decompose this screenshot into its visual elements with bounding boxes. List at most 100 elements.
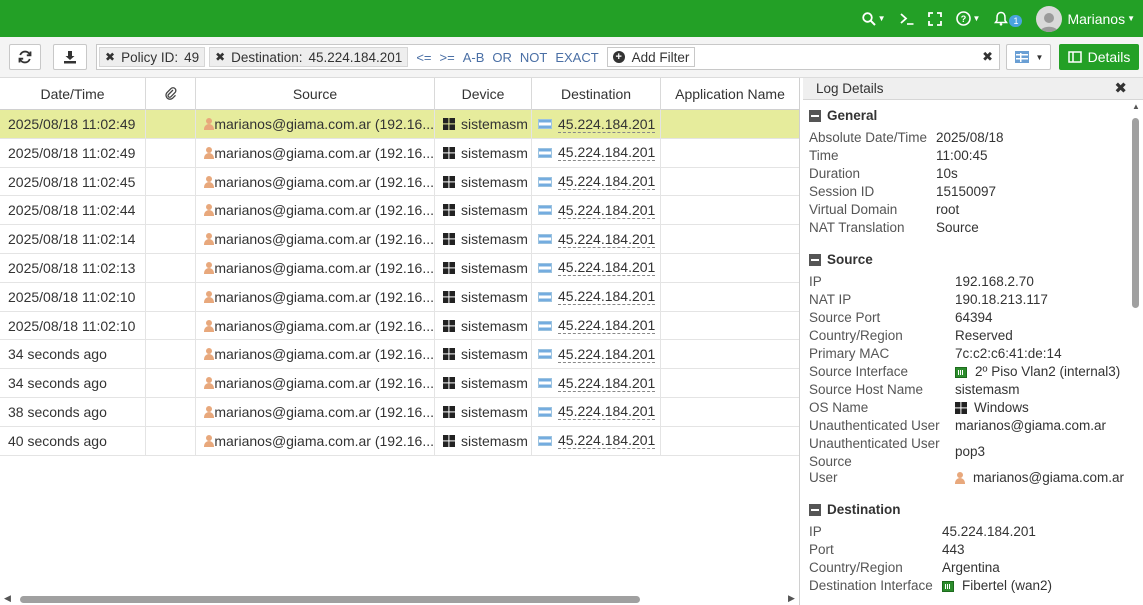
destination-link[interactable]: 45.224.184.201 — [558, 346, 656, 363]
details-toggle-button[interactable]: Details — [1059, 44, 1139, 70]
cell-attachment — [146, 138, 196, 167]
cell-device: sistemasm — [435, 282, 532, 311]
field-value-text: sistemasm — [955, 382, 1020, 397]
field-label: Virtual Domain — [809, 202, 898, 217]
cell-destination: 45.224.184.201 — [532, 311, 661, 340]
destination-link[interactable]: 45.224.184.201 — [558, 173, 656, 191]
cell-destination: 45.224.184.201 — [532, 282, 661, 311]
column-header-destination[interactable]: Destination — [532, 78, 661, 110]
scrollbar-thumb[interactable] — [1132, 118, 1139, 308]
destination-link[interactable]: 45.224.184.201 — [558, 317, 656, 335]
cell-datetime: 40 seconds ago — [0, 426, 146, 455]
cell-attachment — [146, 397, 196, 426]
table-row[interactable]: 2025/08/18 11:02:49 marianos@giama.com.ar… — [0, 110, 799, 139]
operator-or[interactable]: OR — [492, 50, 512, 65]
operator-not[interactable]: NOT — [520, 50, 547, 65]
field-label: Primary MAC — [809, 346, 890, 361]
source-text: marianos@giama.com.ar (192.16... — [214, 432, 434, 449]
cell-source: marianos@giama.com.ar (192.16... — [196, 110, 435, 138]
download-icon — [64, 51, 76, 64]
section-source-toggle[interactable]: Source — [809, 252, 873, 267]
clear-filters-icon[interactable]: ✖ — [982, 49, 993, 65]
operator-range[interactable]: A-B — [463, 50, 485, 65]
add-filter-button[interactable]: + Add Filter — [606, 47, 696, 67]
table-row[interactable]: 34 seconds ago marianos@giama.com.ar (192… — [0, 340, 799, 370]
cell-datetime: 2025/08/18 11:02:10 — [0, 282, 146, 311]
column-header-attachment[interactable] — [146, 78, 196, 110]
filter-bar[interactable]: ✖ Policy ID: 49 ✖ Destination: 45.224.18… — [96, 44, 1000, 70]
table-row[interactable]: 2025/08/18 11:02:10 marianos@giama.com.ar… — [0, 311, 799, 341]
argentina-flag-icon — [538, 349, 552, 360]
table-row[interactable]: 2025/08/18 11:02:44 marianos@giama.com.ar… — [0, 196, 799, 226]
cell-datetime: 2025/08/18 11:02:14 — [0, 225, 146, 254]
notifications-button[interactable]: 1 — [994, 11, 1023, 27]
horizontal-scrollbar[interactable]: ◀ ▶ — [0, 592, 799, 605]
column-header-device[interactable]: Device — [435, 78, 532, 110]
cli-console-button[interactable] — [899, 12, 914, 25]
cell-application-name — [661, 168, 799, 196]
table-row[interactable]: 2025/08/18 11:02:14 marianos@giama.com.ar… — [0, 225, 799, 254]
destination-link[interactable]: 45.224.184.201 — [558, 202, 656, 219]
windows-icon — [443, 319, 455, 332]
operator-gte[interactable]: >= — [440, 50, 455, 65]
table-row[interactable]: 2025/08/18 11:02:49 marianos@giama.com.ar… — [0, 138, 799, 168]
help-menu[interactable]: ? ▼ — [955, 11, 980, 26]
destination-link[interactable]: 45.224.184.201 — [558, 432, 656, 450]
filter-chip-policy-id[interactable]: ✖ Policy ID: 49 — [99, 47, 206, 67]
windows-icon — [443, 261, 455, 274]
user-icon — [204, 146, 216, 159]
destination-link[interactable]: 45.224.184.201 — [558, 116, 656, 133]
vertical-scrollbar[interactable]: ▲ — [1131, 100, 1140, 605]
table-row[interactable]: 2025/08/18 11:02:10 marianos@giama.com.ar… — [0, 282, 799, 312]
field-label: Time — [809, 148, 839, 163]
close-icon[interactable]: ✖ — [1114, 78, 1127, 100]
destination-link[interactable]: 45.224.184.201 — [558, 144, 656, 162]
argentina-flag-icon — [538, 147, 552, 158]
remove-filter-icon[interactable]: ✖ — [105, 50, 115, 64]
scroll-left-icon[interactable]: ◀ — [4, 593, 11, 604]
svg-text:?: ? — [960, 14, 966, 24]
section-destination-toggle[interactable]: Destination — [809, 502, 901, 517]
view-options-button[interactable]: ▼ — [1006, 44, 1051, 70]
section-general-toggle[interactable]: General — [809, 108, 877, 123]
table-row[interactable]: 38 seconds ago marianos@giama.com.ar (192… — [0, 397, 799, 427]
column-header-datetime[interactable]: Date/Time — [0, 78, 146, 110]
field-value-text: marianos@giama.com.ar — [973, 470, 1125, 485]
cell-attachment — [146, 426, 196, 455]
column-header-source[interactable]: Source — [196, 78, 435, 110]
table-row[interactable]: 2025/08/18 11:02:45 marianos@giama.com.ar… — [0, 167, 799, 197]
search-menu[interactable]: ▼ — [861, 11, 886, 26]
cell-destination: 45.224.184.201 — [532, 369, 661, 398]
destination-link[interactable]: 45.224.184.201 — [558, 403, 656, 421]
table-row[interactable]: 34 seconds ago marianos@giama.com.ar (192… — [0, 369, 799, 398]
cell-datetime: 34 seconds ago — [0, 369, 146, 398]
cell-device: sistemasm — [435, 426, 532, 455]
download-button[interactable] — [53, 44, 87, 70]
user-menu[interactable]: Marianos ▼ — [1036, 5, 1135, 32]
column-header-application-name[interactable]: Application Name — [661, 78, 799, 110]
windows-icon — [443, 146, 455, 159]
remove-filter-icon[interactable]: ✖ — [215, 50, 225, 64]
field-value: marianos@giama.com.ar — [955, 417, 1106, 435]
operator-lte[interactable]: <= — [416, 50, 431, 65]
scrollbar-thumb[interactable] — [20, 596, 640, 603]
filter-label: Policy ID: — [121, 49, 179, 65]
destination-link[interactable]: 45.224.184.201 — [558, 231, 656, 248]
filter-value: 49 — [184, 49, 200, 65]
table-row[interactable]: 2025/08/18 11:02:13 marianos@giama.com.ar… — [0, 253, 799, 283]
cell-application-name — [661, 369, 799, 397]
scroll-up-icon[interactable]: ▲ — [1132, 102, 1140, 111]
device-text: sistemasm — [461, 173, 528, 190]
table-row[interactable]: 40 seconds ago marianos@giama.com.ar (192… — [0, 426, 799, 456]
filter-chip-destination[interactable]: ✖ Destination: 45.224.184.201 — [209, 47, 409, 67]
destination-link[interactable]: 45.224.184.201 — [558, 288, 656, 306]
destination-link[interactable]: 45.224.184.201 — [558, 375, 656, 392]
cell-attachment — [146, 167, 196, 196]
operator-exact[interactable]: EXACT — [555, 50, 598, 65]
scroll-right-icon[interactable]: ▶ — [788, 593, 795, 604]
refresh-button[interactable] — [9, 44, 41, 70]
destination-link[interactable]: 45.224.184.201 — [558, 259, 656, 277]
cell-device: sistemasm — [435, 167, 532, 196]
source-text: marianos@giama.com.ar (192.16... — [214, 202, 434, 219]
fullscreen-button[interactable] — [927, 11, 942, 26]
